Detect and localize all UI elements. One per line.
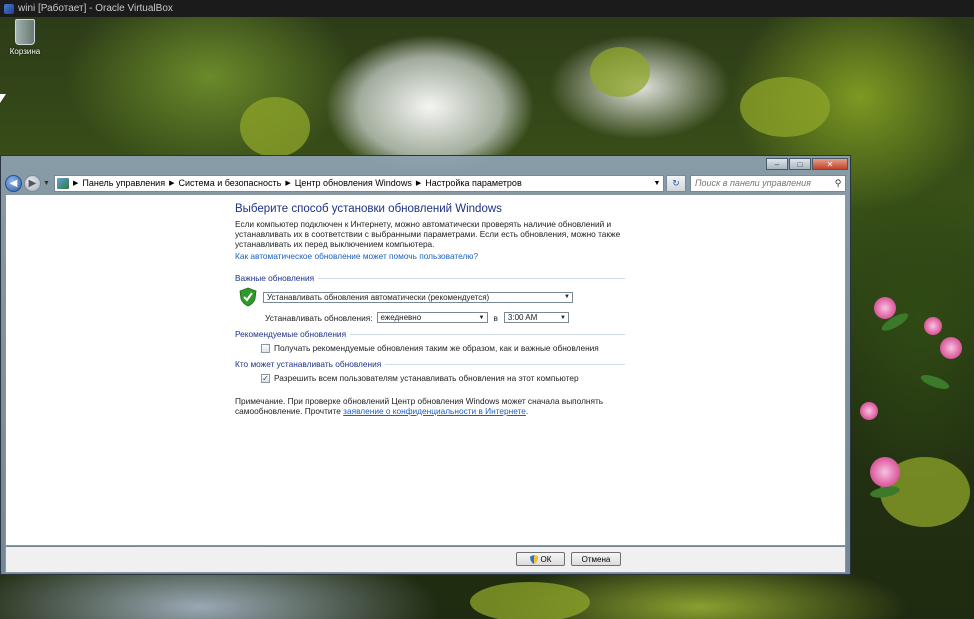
chevron-down-icon: ▼ bbox=[564, 294, 570, 300]
caption-buttons: – □ ✕ bbox=[765, 158, 848, 170]
breadcrumb-separator-icon[interactable]: ▶ bbox=[416, 179, 421, 187]
page-title: Выберите способ установки обновлений Win… bbox=[235, 203, 502, 215]
close-button[interactable]: ✕ bbox=[812, 158, 848, 170]
breadcrumb-system-security[interactable]: Система и безопасность bbox=[178, 178, 281, 188]
section-who-title: Кто может устанавливать обновления bbox=[235, 359, 382, 369]
section-who-can-install: Кто может устанавливать обновления bbox=[235, 359, 625, 369]
navigation-bar: ◀ ▶ ▼ ▶ Панель управления ▶ Система и бе… bbox=[5, 173, 846, 193]
breadcrumb-separator-icon[interactable]: ▶ bbox=[169, 179, 174, 187]
note-end: . bbox=[525, 406, 529, 416]
ok-label: ОК bbox=[540, 554, 552, 564]
windows-update-settings-window: – □ ✕ ◀ ▶ ▼ ▶ Панель управления ▶ Систем… bbox=[0, 155, 851, 575]
settings-main: Выберите способ установки обновлений Win… bbox=[235, 203, 625, 416]
recycle-bin-label: Корзина bbox=[9, 47, 41, 56]
breadcrumb-separator-icon[interactable]: ▶ bbox=[285, 179, 290, 187]
section-recommended-title: Рекомендуемые обновления bbox=[235, 329, 347, 339]
chevron-down-icon: ▼ bbox=[559, 314, 566, 321]
recommended-checkbox[interactable] bbox=[261, 343, 270, 353]
breadcrumb-control-panel[interactable]: Панель управления bbox=[82, 178, 165, 188]
refresh-icon: ↻ bbox=[672, 177, 680, 188]
privacy-statement-link[interactable]: заявление о конфиденциальности в Интерне… bbox=[343, 406, 526, 416]
allow-all-users-label[interactable]: Разрешить всем пользователям устанавлива… bbox=[274, 373, 579, 383]
forward-button[interactable]: ▶ bbox=[24, 174, 41, 192]
schedule-time-select[interactable]: 3:00 AM ▼ bbox=[503, 312, 569, 323]
breadcrumb-windows-update[interactable]: Центр обновления Windows bbox=[295, 178, 412, 188]
minimize-button[interactable]: – bbox=[766, 158, 788, 170]
dialog-button-bar: ОК Отмена bbox=[5, 547, 846, 573]
recent-pages-dropdown-icon[interactable]: ▼ bbox=[43, 180, 51, 187]
search-icon[interactable]: ⚲ bbox=[831, 178, 845, 189]
section-recommended-updates: Рекомендуемые обновления bbox=[235, 329, 625, 339]
host-titlebar: winі [Работает] - Oracle VirtualBox bbox=[0, 0, 974, 17]
address-dropdown-icon[interactable]: ▼ bbox=[651, 180, 663, 187]
update-mode-value: Устанавливать обновления автоматически (… bbox=[267, 292, 490, 302]
schedule-time-value: 3:00 AM bbox=[507, 313, 538, 322]
back-button[interactable]: ◀ bbox=[5, 174, 22, 192]
intro-text: Если компьютер подключен к Интернету, мо… bbox=[235, 219, 621, 249]
recycle-bin[interactable]: Корзина bbox=[5, 19, 45, 56]
schedule-day-select[interactable]: ежедневно ▼ bbox=[376, 312, 488, 323]
cancel-label: Отмена bbox=[581, 554, 611, 564]
at-label: в bbox=[493, 312, 498, 323]
update-mode-select[interactable]: Устанавливать обновления автоматически (… bbox=[263, 291, 573, 303]
schedule-label: Устанавливать обновления: bbox=[265, 312, 373, 323]
help-link[interactable]: Как автоматическое обновление может помо… bbox=[235, 251, 625, 261]
refresh-button[interactable]: ↻ bbox=[666, 174, 686, 192]
ok-button[interactable]: ОК bbox=[516, 552, 565, 566]
control-panel-icon bbox=[57, 177, 69, 189]
section-important-updates: Важные обновления bbox=[235, 273, 625, 283]
checkmark-icon: ✓ bbox=[262, 373, 269, 383]
cancel-button[interactable]: Отмена bbox=[571, 552, 621, 566]
allow-all-users-checkbox[interactable]: ✓ bbox=[261, 373, 270, 383]
section-important-title: Важные обновления bbox=[235, 273, 315, 283]
chevron-down-icon: ▼ bbox=[478, 314, 485, 321]
search-input[interactable] bbox=[695, 178, 831, 188]
note-text: Примечание. При проверке обновлений Цент… bbox=[235, 396, 625, 416]
address-bar[interactable]: ▶ Панель управления ▶ Система и безопасн… bbox=[54, 174, 664, 192]
uac-shield-icon bbox=[529, 554, 538, 564]
breadcrumb-change-settings[interactable]: Настройка параметров bbox=[425, 178, 522, 188]
schedule-day-value: ежедневно bbox=[380, 313, 422, 322]
virtualbox-icon bbox=[4, 3, 14, 14]
breadcrumb-separator-icon[interactable]: ▶ bbox=[73, 179, 78, 187]
recommended-checkbox-label[interactable]: Получать рекомендуемые обновления таким … bbox=[274, 343, 599, 353]
maximize-button[interactable]: □ bbox=[789, 158, 811, 170]
host-title: winі [Работает] - Oracle VirtualBox bbox=[18, 3, 173, 14]
recycle-bin-icon bbox=[15, 19, 35, 45]
mouse-cursor-icon bbox=[0, 94, 6, 103]
search-box[interactable]: ⚲ bbox=[690, 174, 846, 192]
content-pane: Выберите способ установки обновлений Win… bbox=[5, 194, 846, 546]
shield-check-icon bbox=[239, 287, 257, 307]
